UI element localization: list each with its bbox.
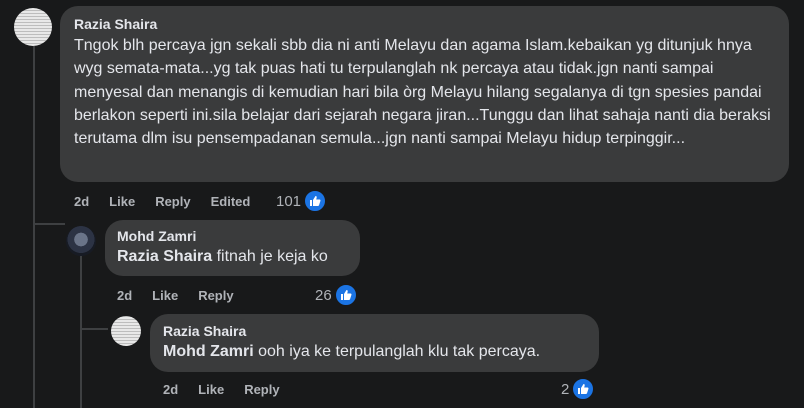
comment-text: Tngok blh percaya jgn sekali sbb dia ni … [74, 37, 771, 148]
comment-text: Mohd Zamri ooh iya ke terpulanglah klu t… [163, 340, 586, 363]
comment-timestamp[interactable]: 2d [117, 288, 132, 303]
like-button[interactable]: Like [109, 194, 135, 209]
like-thumb-icon [572, 378, 595, 400]
thread-connector-reply-1 [33, 223, 65, 225]
like-button[interactable]: Like [198, 382, 224, 397]
reaction-summary[interactable]: 2 [561, 378, 595, 400]
comment-author[interactable]: Mohd Zamri [117, 228, 348, 244]
comment-author[interactable]: Razia Shaira [163, 323, 586, 339]
reply-button[interactable]: Reply [198, 288, 233, 303]
reaction-summary[interactable]: 101 [276, 190, 327, 212]
comment-timestamp[interactable]: 2d [74, 194, 89, 209]
reaction-count: 26 [315, 286, 332, 304]
avatar[interactable] [66, 226, 96, 256]
reply-button[interactable]: Reply [244, 382, 279, 397]
comment-bubble: Razia Shaira Mohd Zamri ooh iya ke terpu… [150, 314, 599, 372]
mention-link[interactable]: Razia Shaira [117, 248, 212, 265]
edited-label[interactable]: Edited [211, 194, 251, 209]
comment-bubble: Mohd Zamri Razia Shaira fitnah je keja k… [105, 220, 360, 276]
comment-body: ooh iya ke terpulanglah klu tak percaya. [253, 343, 541, 360]
mention-link[interactable]: Mohd Zamri [163, 343, 254, 360]
reaction-count: 101 [276, 192, 302, 210]
comment-bubble: Razia Shaira Tngok blh percaya jgn sekal… [60, 6, 789, 182]
avatar[interactable] [14, 8, 52, 46]
comment-actions: 2d Like Reply [163, 379, 280, 399]
reaction-count: 2 [561, 380, 570, 398]
thread-line-main [33, 46, 35, 408]
comment-body: fitnah je keja ko [212, 248, 328, 265]
like-button[interactable]: Like [152, 288, 178, 303]
comment-author[interactable]: Razia Shaira [74, 16, 775, 32]
thread-connector-reply-2 [80, 328, 108, 330]
comment-actions: 2d Like Reply Edited [74, 191, 250, 211]
thread-line-reply-1 [80, 256, 82, 408]
avatar[interactable] [111, 316, 141, 346]
comment-timestamp[interactable]: 2d [163, 382, 178, 397]
comment-actions: 2d Like Reply [117, 285, 234, 305]
like-thumb-icon [304, 190, 327, 212]
like-thumb-icon [334, 284, 357, 306]
reaction-summary[interactable]: 26 [315, 284, 357, 306]
comment-text: Razia Shaira fitnah je keja ko [117, 245, 348, 268]
reply-button[interactable]: Reply [155, 194, 190, 209]
